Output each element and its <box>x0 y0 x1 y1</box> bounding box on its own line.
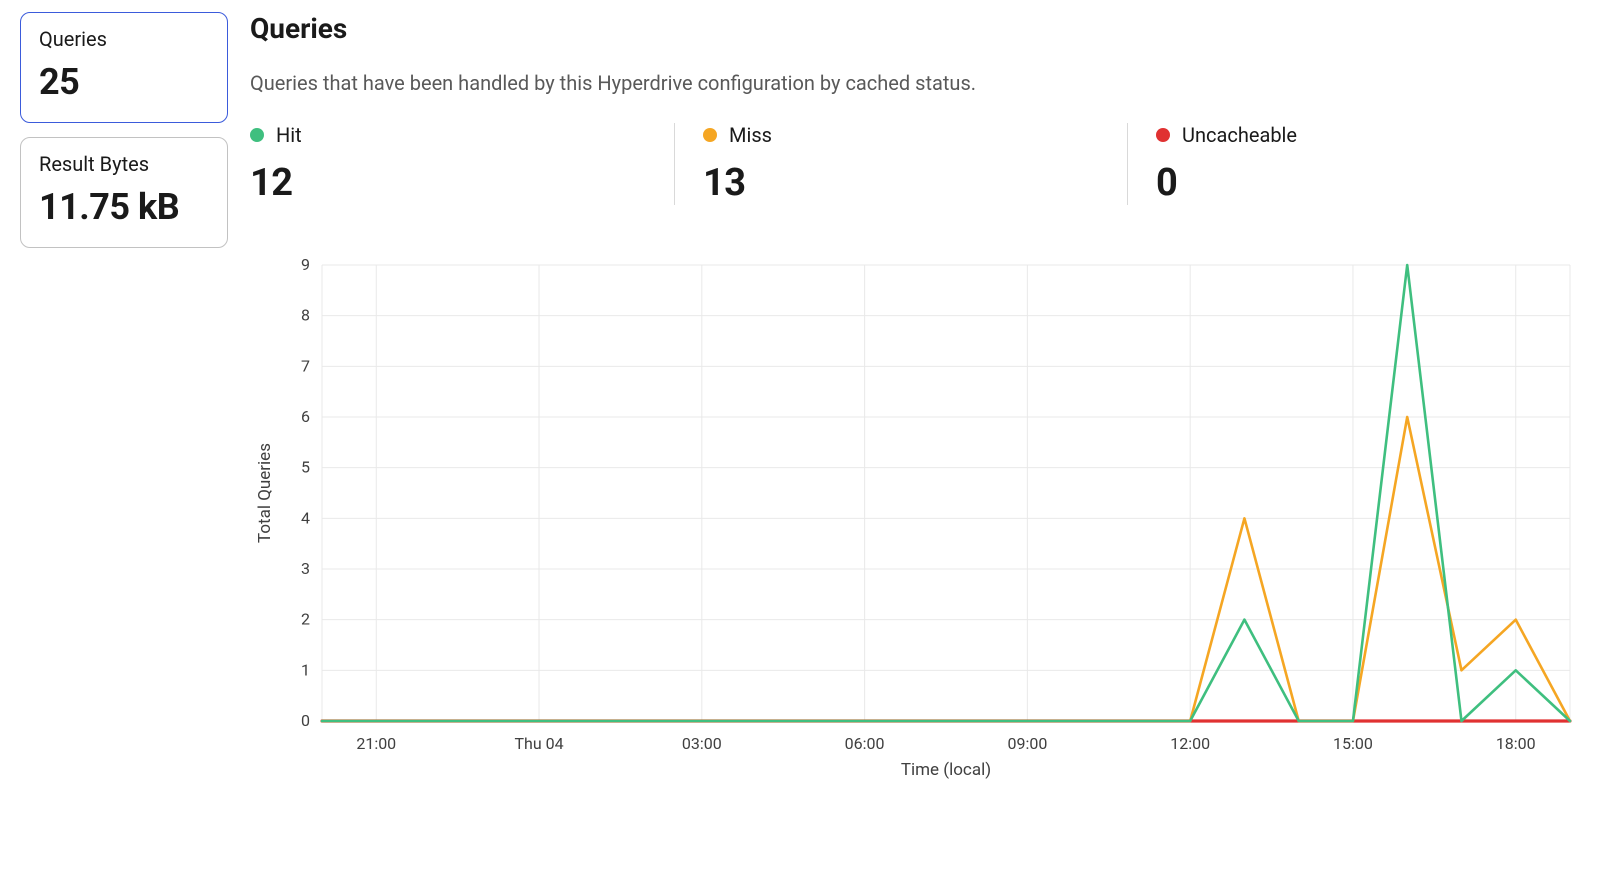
panel-description: Queries that have been handled by this H… <box>250 71 1580 95</box>
stat-label: Hit <box>276 123 302 147</box>
metric-card-queries[interactable]: Queries 25 <box>20 12 228 123</box>
svg-text:06:00: 06:00 <box>845 734 885 753</box>
main-panel: Queries Queries that have been handled b… <box>250 12 1580 783</box>
dot-icon-hit <box>250 128 264 142</box>
dot-icon-uncacheable <box>1156 128 1170 142</box>
stat-uncacheable: Uncacheable 0 <box>1127 123 1580 205</box>
svg-text:1: 1 <box>301 660 310 679</box>
metric-card-value: 25 <box>39 61 209 104</box>
panel-title: Queries <box>250 12 1580 45</box>
stat-value: 12 <box>250 161 646 205</box>
svg-text:3: 3 <box>301 559 310 578</box>
svg-text:5: 5 <box>301 458 310 477</box>
svg-text:9: 9 <box>301 255 310 274</box>
metric-card-value: 11.75 kB <box>39 186 209 229</box>
metric-card-label: Result Bytes <box>39 152 209 176</box>
queries-chart[interactable]: 0 1 2 3 4 5 6 7 8 9 21:00 Thu 04 03:00 06:00 09:00 12:0… <box>250 253 1580 783</box>
dot-icon-miss <box>703 128 717 142</box>
svg-text:2: 2 <box>301 610 310 629</box>
svg-text:7: 7 <box>301 356 310 375</box>
stat-value: 0 <box>1156 161 1552 205</box>
svg-text:21:00: 21:00 <box>356 734 396 753</box>
svg-text:03:00: 03:00 <box>682 734 722 753</box>
stats-row: Hit 12 Miss 13 Uncacheable 0 <box>250 123 1580 205</box>
svg-text:12:00: 12:00 <box>1170 734 1210 753</box>
stat-hit: Hit 12 <box>250 123 674 205</box>
svg-text:0: 0 <box>301 711 310 730</box>
svg-text:Thu 04: Thu 04 <box>514 734 563 753</box>
metric-card-result-bytes[interactable]: Result Bytes 11.75 kB <box>20 137 228 248</box>
stat-label: Miss <box>729 123 772 147</box>
svg-text:09:00: 09:00 <box>1007 734 1047 753</box>
svg-text:Total Queries: Total Queries <box>255 443 275 543</box>
svg-text:8: 8 <box>301 306 310 325</box>
stat-label: Uncacheable <box>1182 123 1297 147</box>
svg-text:4: 4 <box>301 508 310 527</box>
metric-card-label: Queries <box>39 27 209 51</box>
metric-selector-sidebar: Queries 25 Result Bytes 11.75 kB <box>20 12 228 248</box>
svg-text:Time (local): Time (local) <box>901 760 991 780</box>
svg-text:6: 6 <box>301 407 310 426</box>
svg-text:18:00: 18:00 <box>1496 734 1536 753</box>
stat-value: 13 <box>703 161 1099 205</box>
chart-svg: 0 1 2 3 4 5 6 7 8 9 21:00 Thu 04 03:00 06:00 09:00 12:0… <box>250 253 1580 783</box>
stat-miss: Miss 13 <box>674 123 1127 205</box>
svg-text:15:00: 15:00 <box>1333 734 1373 753</box>
